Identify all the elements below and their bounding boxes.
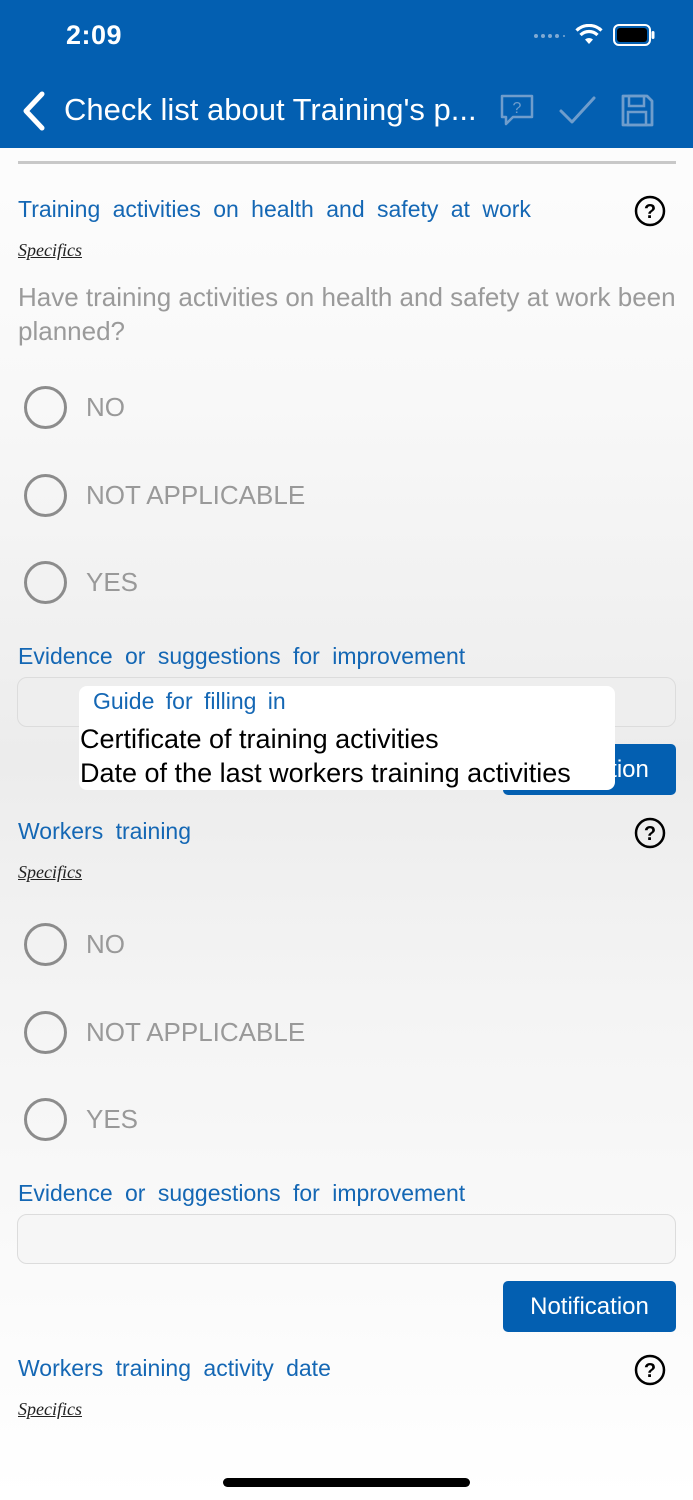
svg-text:?: ? — [644, 1360, 656, 1382]
back-chevron-icon[interactable] — [18, 90, 52, 132]
evidence-input[interactable] — [17, 1214, 676, 1264]
tooltip-line: Certificate of training activities — [80, 724, 439, 754]
radio-label: YES — [86, 1103, 139, 1134]
page-title: Check list about Training's p... — [64, 92, 477, 127]
evidence-label: Evidence or suggestions for improvement — [18, 643, 466, 669]
specifics-link[interactable]: Specifics — [18, 862, 82, 883]
svg-text:?: ? — [513, 100, 522, 117]
save-icon[interactable] — [617, 90, 657, 130]
wifi-icon — [575, 24, 603, 44]
radio-option-not-applicable[interactable]: NOT APPLICABLE — [24, 472, 305, 518]
radio-option-yes[interactable]: YES — [24, 559, 138, 605]
radio-label: NO — [86, 391, 125, 422]
evidence-label: Evidence or suggestions for improvement — [18, 1180, 466, 1206]
top-divider — [18, 161, 676, 164]
radio-option-not-applicable[interactable]: NOT APPLICABLE — [24, 1009, 305, 1055]
tooltip-title: Guide for filling in — [93, 688, 286, 714]
help-circle-icon[interactable]: ? — [634, 817, 666, 849]
radio-label: YES — [86, 566, 139, 597]
notification-button[interactable]: Notification — [503, 1281, 676, 1332]
navigation-bar: Check list about Training's p... ? — [0, 84, 693, 140]
checkmark-icon[interactable] — [557, 90, 597, 130]
help-circle-icon[interactable]: ? — [634, 195, 666, 227]
battery-icon — [613, 24, 655, 46]
radio-option-no[interactable]: NO — [24, 921, 125, 967]
radio-label: NOT APPLICABLE — [86, 479, 306, 510]
section-title: Workers training activity date — [18, 1355, 331, 1381]
radio-button[interactable] — [24, 473, 67, 517]
tooltip-line: Date of the last workers training activi… — [80, 758, 571, 788]
home-indicator — [223, 1478, 470, 1487]
guide-tooltip: Guide for filling in Certificate of trai… — [79, 686, 615, 790]
status-indicators — [533, 24, 655, 46]
specifics-link[interactable]: Specifics — [18, 240, 82, 261]
section-title: Workers training — [18, 818, 192, 844]
question-text: Have training activities on health and s… — [18, 282, 676, 346]
radio-button[interactable] — [24, 560, 67, 604]
svg-text:?: ? — [644, 201, 656, 223]
radio-label: NO — [86, 928, 125, 959]
radio-option-yes[interactable]: YES — [24, 1096, 138, 1142]
radio-button[interactable] — [24, 922, 67, 966]
radio-option-no[interactable]: NO — [24, 384, 125, 430]
app-header: 2:09 Check list about Training's p... ? — [0, 0, 693, 148]
nav-actions: ? — [497, 90, 657, 130]
comment-question-icon[interactable]: ? — [497, 90, 537, 130]
help-circle-icon[interactable]: ? — [634, 1354, 666, 1386]
radio-button[interactable] — [24, 1097, 67, 1141]
radio-button[interactable] — [24, 385, 67, 429]
svg-text:?: ? — [644, 823, 656, 845]
radio-label: NOT APPLICABLE — [86, 1016, 306, 1047]
radio-button[interactable] — [24, 1010, 67, 1054]
specifics-link[interactable]: Specifics — [18, 1399, 82, 1420]
signal-icon — [534, 34, 565, 38]
section-title: Training activities on health and safety… — [18, 196, 531, 222]
status-time: 2:09 — [66, 20, 123, 50]
